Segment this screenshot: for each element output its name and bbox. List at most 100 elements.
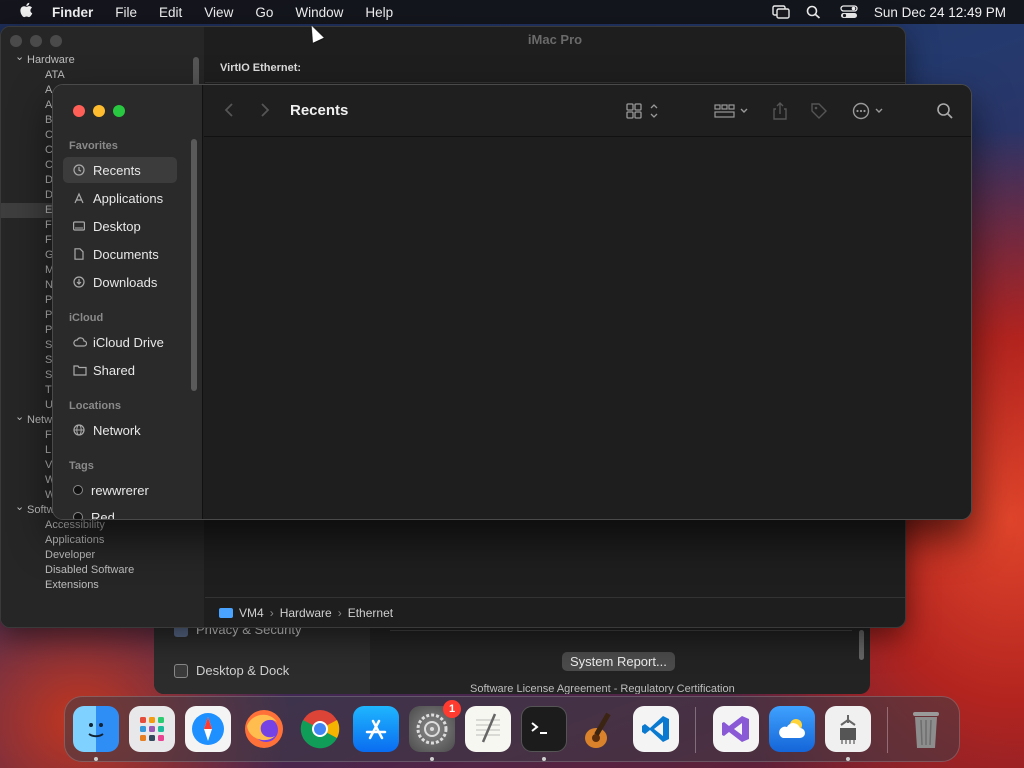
sidebar-item-documents[interactable]: Documents <box>63 241 177 267</box>
finder-dock-icon[interactable] <box>73 706 119 752</box>
sidebar-item-label: rewwrerer <box>91 482 149 498</box>
screen-mirroring-icon[interactable] <box>772 5 790 19</box>
sidebar-item-downloads[interactable]: Downloads <box>63 269 177 295</box>
tree-section[interactable]: Hardware <box>1 53 204 68</box>
search-icon[interactable] <box>936 102 954 125</box>
sidebar-item-tag[interactable]: rewwrerer <box>63 477 177 503</box>
running-indicator <box>94 757 98 761</box>
menu-bar: Finder File Edit View Go Window Help Sun… <box>0 0 1024 24</box>
globe-icon <box>73 424 85 436</box>
sidebar-item-icloud-drive[interactable]: iCloud Drive <box>63 329 177 355</box>
terminal-dock-icon[interactable] <box>521 706 567 752</box>
tree-item[interactable]: Developer <box>1 548 204 563</box>
trash-icon[interactable] <box>903 706 949 752</box>
weather-dock-icon[interactable] <box>769 706 815 752</box>
sidebar-item-applications[interactable]: Applications <box>63 185 177 211</box>
finder-content-area[interactable] <box>204 138 971 519</box>
finder-title: Recents <box>290 102 349 119</box>
icloud-header: iCloud <box>69 312 104 324</box>
textedit-dock-icon[interactable] <box>465 706 511 752</box>
sidebar-item-shared[interactable]: Shared <box>63 357 177 383</box>
path-separator: › <box>269 605 274 620</box>
tree-item[interactable]: ATA <box>1 68 204 83</box>
tree-item[interactable]: Extensions <box>1 578 204 593</box>
tags-header: Tags <box>69 460 94 472</box>
tag-dot-icon <box>73 485 83 495</box>
sidebar-item-label: Applications <box>93 190 164 206</box>
sidebar-item-desktop[interactable]: Desktop <box>63 213 177 239</box>
finder-sidebar: Favorites Recents Applications Desktop D… <box>53 85 203 519</box>
desktop-icon <box>73 220 86 232</box>
finder-window: Favorites Recents Applications Desktop D… <box>52 84 972 520</box>
download-icon <box>73 276 85 288</box>
settings-scrollbar[interactable] <box>859 630 864 660</box>
visual-studio-dock-icon[interactable] <box>713 706 759 752</box>
tag-icon[interactable] <box>810 102 828 125</box>
sidebar-item-label: Shared <box>93 362 135 378</box>
launchpad-dock-icon[interactable] <box>129 706 175 752</box>
garageband-dock-icon[interactable] <box>577 706 623 752</box>
menu-clock[interactable]: Sun Dec 24 12:49 PM <box>874 5 1006 20</box>
chrome-dock-icon[interactable] <box>297 706 343 752</box>
control-center-icon[interactable] <box>840 5 858 19</box>
menu-help[interactable]: Help <box>354 5 404 20</box>
sidebar-item-label: Network <box>93 422 141 438</box>
menu-window[interactable]: Window <box>284 5 354 20</box>
safari-dock-icon[interactable] <box>185 706 231 752</box>
menu-view[interactable]: View <box>193 5 244 20</box>
sidebar-item-label: Downloads <box>93 274 158 290</box>
system-information-dock-icon[interactable] <box>825 706 871 752</box>
tree-item[interactable]: Applications <box>1 533 204 548</box>
dock-separator <box>695 707 696 753</box>
sidebar-scrollbar[interactable] <box>191 139 197 391</box>
vscode-dock-icon[interactable] <box>633 706 679 752</box>
path-item[interactable]: VM4 <box>239 606 264 620</box>
detail-header-label: VirtIO Ethernet: <box>220 62 302 74</box>
path-item[interactable]: Ethernet <box>348 606 393 620</box>
more-actions-icon[interactable] <box>852 102 888 125</box>
sidebar-item-label: Documents <box>93 246 159 262</box>
shared-folder-icon <box>73 364 87 376</box>
clock-icon <box>73 164 85 176</box>
minimize-button[interactable] <box>93 105 105 117</box>
menu-file[interactable]: File <box>104 5 148 20</box>
tree-item[interactable]: Accessibility <box>1 518 204 533</box>
path-item[interactable]: Hardware <box>280 606 332 620</box>
applications-icon <box>73 192 85 204</box>
sidebar-item-tag-red[interactable]: Red <box>63 504 177 520</box>
system-settings-dock-icon[interactable]: 1 <box>409 700 461 752</box>
zoom-button[interactable] <box>50 35 62 47</box>
tag-dot-icon <box>73 512 83 519</box>
zoom-button[interactable] <box>113 105 125 117</box>
settings-item-label: Desktop & Dock <box>196 663 290 678</box>
tree-item[interactable]: Disabled Software <box>1 563 204 578</box>
settings-item-desktop-dock[interactable]: Desktop & Dock <box>174 663 289 678</box>
dock-separator <box>887 707 888 753</box>
apple-menu-icon[interactable] <box>0 2 52 23</box>
system-report-button[interactable]: System Report... <box>562 652 675 671</box>
group-by-icon[interactable] <box>714 102 750 125</box>
firefox-dock-icon[interactable] <box>241 706 287 752</box>
sidebar-item-network[interactable]: Network <box>63 417 177 443</box>
detail-header: VirtIO Ethernet: <box>205 53 905 83</box>
forward-chevron-icon[interactable] <box>260 102 270 123</box>
spotlight-search-icon[interactable] <box>806 5 824 19</box>
menu-edit[interactable]: Edit <box>148 5 193 20</box>
app-store-dock-icon[interactable] <box>353 706 399 752</box>
running-indicator <box>846 757 850 761</box>
locations-header: Locations <box>69 400 121 412</box>
minimize-button[interactable] <box>30 35 42 47</box>
back-chevron-icon[interactable] <box>224 102 234 123</box>
menu-go[interactable]: Go <box>244 5 284 20</box>
close-button[interactable] <box>10 35 22 47</box>
sidebar-item-label: Red <box>91 509 115 520</box>
running-indicator <box>542 757 546 761</box>
icon-view-icon[interactable] <box>626 102 660 125</box>
share-icon[interactable] <box>772 102 788 125</box>
legal-links[interactable]: Software License Agreement - Regulatory … <box>470 683 735 694</box>
notification-badge: 1 <box>443 700 461 718</box>
menu-app-name[interactable]: Finder <box>52 5 104 20</box>
close-button[interactable] <box>73 105 85 117</box>
path-separator: › <box>337 605 342 620</box>
sidebar-item-recents[interactable]: Recents <box>63 157 177 183</box>
